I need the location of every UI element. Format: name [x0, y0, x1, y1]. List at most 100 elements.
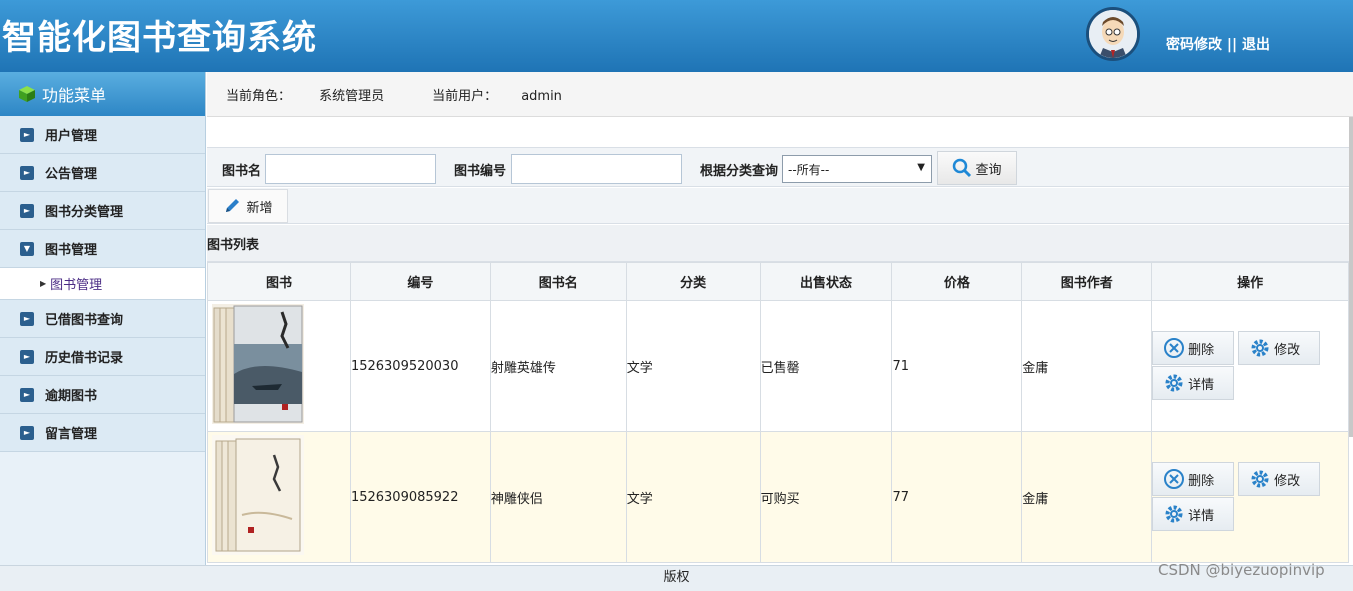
delete-icon: [1164, 338, 1185, 358]
current-role: 当前角色： 系统管理员: [226, 85, 408, 104]
detail-button[interactable]: 详情: [1152, 497, 1235, 531]
column-header: 图书作者: [1021, 262, 1153, 301]
logout-link[interactable]: 退出: [1242, 37, 1270, 53]
sidebar-item-users[interactable]: ► 用户管理: [0, 116, 205, 154]
gear-icon: [1165, 505, 1183, 523]
edit-label: 修改: [1274, 342, 1301, 358]
detail-label: 详情: [1188, 508, 1215, 524]
book-name-cell: 神雕侠侣: [489, 431, 627, 563]
book-no-cell: 1526309520030: [349, 300, 491, 432]
actions-cell: 删除 修改 详情: [1151, 431, 1349, 563]
book-cover-image[interactable]: [212, 435, 304, 555]
column-header: 图书名: [489, 262, 627, 301]
search-icon: [953, 158, 972, 178]
arrow-right-icon: ►: [20, 425, 34, 440]
footer: 版权: [0, 565, 1353, 591]
sidebar-item-label: 逾期图书: [45, 389, 98, 404]
gear-icon: [1165, 374, 1183, 392]
sidebar-item-messages[interactable]: ► 留言管理: [0, 414, 205, 452]
sidebar-item-borrowed[interactable]: ► 已借图书查询: [0, 300, 205, 338]
arrow-right-icon: ►: [20, 311, 34, 326]
sidebar-item-books[interactable]: ▼ 图书管理: [0, 230, 205, 268]
column-header: 操作: [1151, 262, 1349, 301]
arrow-right-icon: ►: [20, 387, 34, 402]
price-cell: 71: [891, 300, 1023, 432]
edit-button[interactable]: 修改: [1238, 331, 1321, 365]
category-cell: 文学: [625, 300, 761, 432]
header: 智能化图书查询系统 密码修改 || 退出: [0, 0, 1353, 72]
sidebar-item-overdue[interactable]: ► 逾期图书: [0, 376, 205, 414]
category-cell: 文学: [625, 431, 761, 563]
column-header: 价格: [891, 262, 1023, 301]
arrow-right-icon: ►: [20, 165, 34, 180]
book-no-cell: 1526309085922: [349, 431, 491, 563]
dropdown-arrow-icon: ▼: [917, 162, 925, 173]
book-no-input[interactable]: [511, 154, 682, 184]
sidebar: 功能菜单 ► 用户管理 ► 公告管理 ► 图书分类管理 ▼ 图书管理 ▶ 图书管理 ► 已借…: [0, 72, 206, 565]
sidebar-item-label: 已借图书查询: [45, 313, 124, 328]
price-cell: 77: [891, 431, 1023, 563]
search-bar: 图书名 图书编号 根据分类查询 --所有-- ▼ 查询: [207, 147, 1353, 187]
current-user: 当前用户： admin: [432, 85, 586, 104]
book-cover-cell: [207, 431, 351, 563]
detail-button[interactable]: 详情: [1152, 366, 1235, 400]
app-title: 智能化图书查询系统: [2, 18, 317, 58]
book-cover-image[interactable]: [212, 304, 304, 424]
add-button[interactable]: 新增: [208, 189, 288, 223]
column-header: 图书: [207, 262, 351, 301]
arrow-down-icon: ▼: [20, 241, 34, 256]
sidebar-item-book-categories[interactable]: ► 图书分类管理: [0, 192, 205, 230]
gear-icon: [1251, 339, 1269, 357]
actions-group: 删除 修改 详情: [1152, 301, 1348, 431]
add-button-label: 新增: [246, 200, 273, 216]
header-separator: ||: [1222, 37, 1242, 53]
avatar: [1086, 7, 1140, 61]
book-name-label: 图书名: [222, 164, 262, 179]
category-select[interactable]: --所有-- ▼: [782, 155, 932, 183]
query-button[interactable]: 查询: [937, 151, 1017, 185]
author-cell: 金庸: [1021, 300, 1153, 432]
arrow-right-icon: ►: [20, 203, 34, 218]
table-row: 1526309085922 神雕侠侣 文学 可购买 77 金庸 删除 修改 详情: [207, 431, 1349, 563]
actions-group: 删除 修改 详情: [1152, 432, 1348, 562]
delete-label: 删除: [1188, 473, 1215, 489]
edit-button[interactable]: 修改: [1238, 462, 1321, 496]
book-name-input[interactable]: [265, 154, 436, 184]
sidebar-item-label: 图书管理: [45, 243, 98, 258]
gear-icon: [1251, 470, 1269, 488]
main-content: 当前角色： 系统管理员 当前用户： admin 图书名 图书编号 根据分类查询 -…: [207, 72, 1353, 565]
status-cell: 已售罄: [759, 300, 893, 432]
sidebar-item-label: 用户管理: [45, 129, 98, 144]
menu-title: 功能菜单: [42, 86, 107, 105]
book-name-cell: 射雕英雄传: [489, 300, 627, 432]
delete-button[interactable]: 删除: [1152, 331, 1235, 365]
scrollbar[interactable]: [1349, 117, 1353, 437]
book-cover-cell: [207, 300, 351, 432]
sidebar-item-label: 图书分类管理: [45, 205, 124, 220]
table-header-row: 图书 编号 图书名 分类 出售状态 价格 图书作者 操作: [207, 262, 1349, 301]
delete-icon: [1164, 469, 1185, 489]
detail-label: 详情: [1188, 377, 1215, 393]
pencil-icon: [226, 199, 240, 212]
author-cell: 金庸: [1021, 431, 1153, 563]
delete-button[interactable]: 删除: [1152, 462, 1235, 496]
user-value: admin: [521, 88, 562, 104]
category-selected: --所有--: [788, 162, 830, 177]
sidebar-item-notices[interactable]: ► 公告管理: [0, 154, 205, 192]
category-label: 根据分类查询: [700, 164, 779, 179]
edit-label: 修改: [1274, 473, 1301, 489]
table-row: 1526309520030 射雕英雄传 文学 已售罄 71 金庸 删除 修改 详…: [207, 300, 1349, 432]
sidebar-subitem-books[interactable]: ▶ 图书管理: [0, 268, 205, 300]
role-value: 系统管理员: [319, 88, 385, 104]
sidebar-item-label: 公告管理: [45, 167, 98, 182]
user-label: 当前用户：: [432, 88, 498, 104]
book-table: 图书 编号 图书名 分类 出售状态 价格 图书作者 操作 15263095200…: [207, 262, 1349, 563]
header-links: 密码修改 || 退出: [1166, 34, 1270, 54]
column-header: 编号: [349, 262, 491, 301]
watermark: CSDN @biyezuopinvip: [1158, 561, 1325, 579]
arrow-right-icon: ►: [20, 127, 34, 142]
menu-header: 功能菜单: [0, 72, 205, 116]
delete-label: 删除: [1188, 342, 1215, 358]
change-password-link[interactable]: 密码修改: [1166, 37, 1222, 53]
sidebar-item-history[interactable]: ► 历史借书记录: [0, 338, 205, 376]
